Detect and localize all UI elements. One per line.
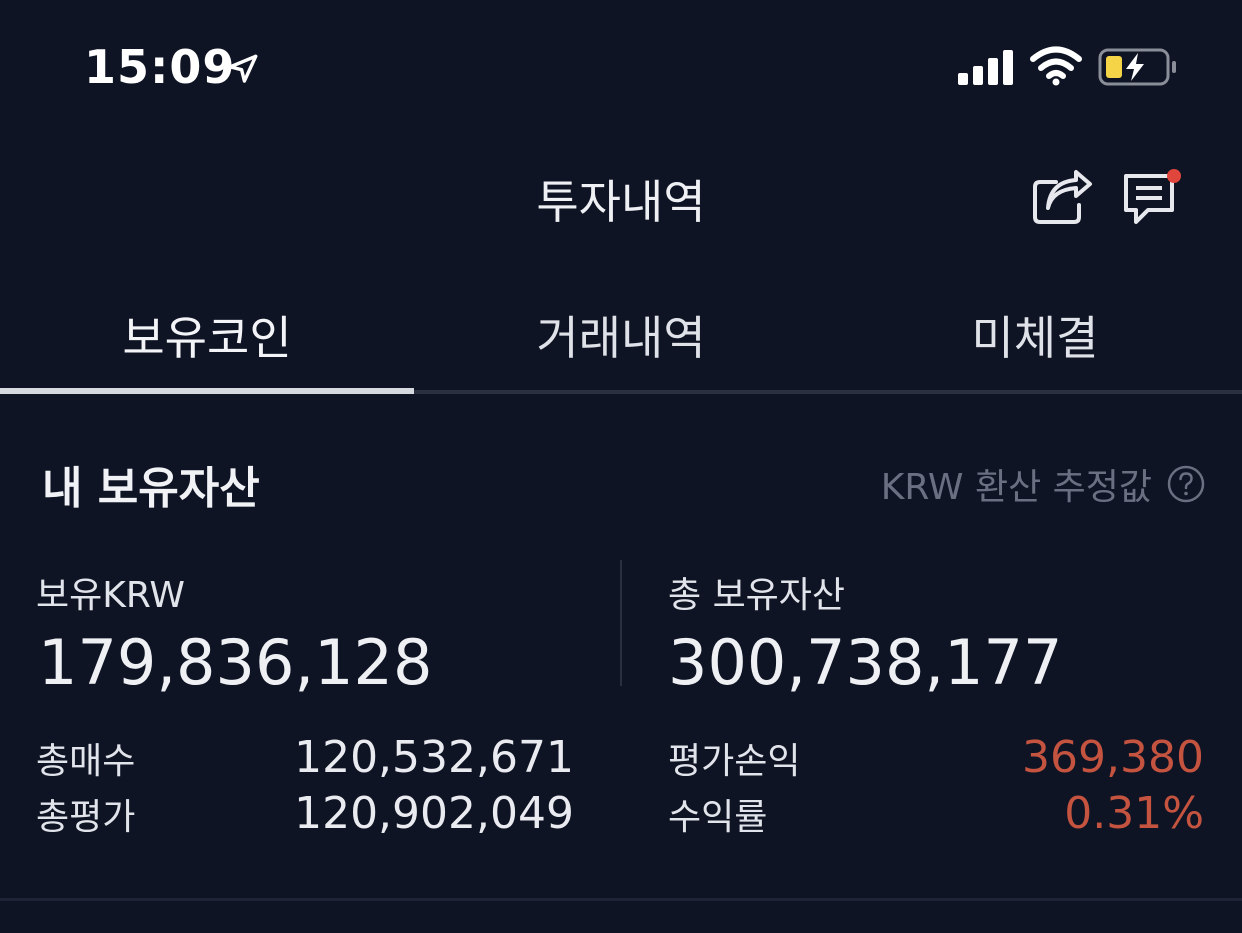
total-eval-label: 총평가 [36, 797, 136, 838]
share-icon[interactable] [1030, 168, 1094, 226]
location-arrow-icon [228, 54, 258, 83]
tab-holdings[interactable]: 보유코인 [0, 288, 414, 394]
estimate-note-label: KRW 환산 추정값 [880, 467, 1152, 508]
notification-dot [1167, 169, 1181, 183]
krw-label: 보유KRW [36, 575, 185, 616]
signal-icon [958, 50, 1013, 85]
status-time: 15:09 [84, 40, 236, 94]
return-label: 수익률 [668, 797, 768, 838]
tab-trade-history[interactable]: 거래내역 [414, 288, 828, 390]
section-divider [0, 898, 1242, 901]
vertical-divider [620, 560, 622, 686]
tab-bar: 보유코인 거래내역 미체결 [0, 288, 1242, 394]
header: 투자내역 [0, 140, 1242, 255]
battery-charging-icon [1098, 48, 1176, 86]
tab-open-orders[interactable]: 미체결 [828, 288, 1242, 390]
help-icon[interactable] [1166, 464, 1206, 504]
total-buy-label: 총매수 [36, 741, 136, 782]
estimate-note[interactable]: KRW 환산 추정값 [881, 458, 1206, 510]
total-eval-value: 120,902,049 [294, 788, 574, 839]
wifi-icon [1030, 46, 1082, 86]
return-value: 0.31% [1064, 788, 1204, 839]
chat-icon[interactable] [1120, 168, 1184, 228]
pnl-value: 369,380 [1022, 732, 1204, 783]
pnl-label: 평가손익 [668, 741, 801, 782]
total-assets-value: 300,738,177 [668, 626, 1063, 699]
section-title: 내 보유자산 [42, 463, 260, 514]
krw-value: 179,836,128 [38, 626, 433, 699]
status-bar: 15:09 [0, 0, 1242, 135]
total-assets-label: 총 보유자산 [668, 575, 846, 616]
total-buy-value: 120,532,671 [294, 732, 574, 783]
